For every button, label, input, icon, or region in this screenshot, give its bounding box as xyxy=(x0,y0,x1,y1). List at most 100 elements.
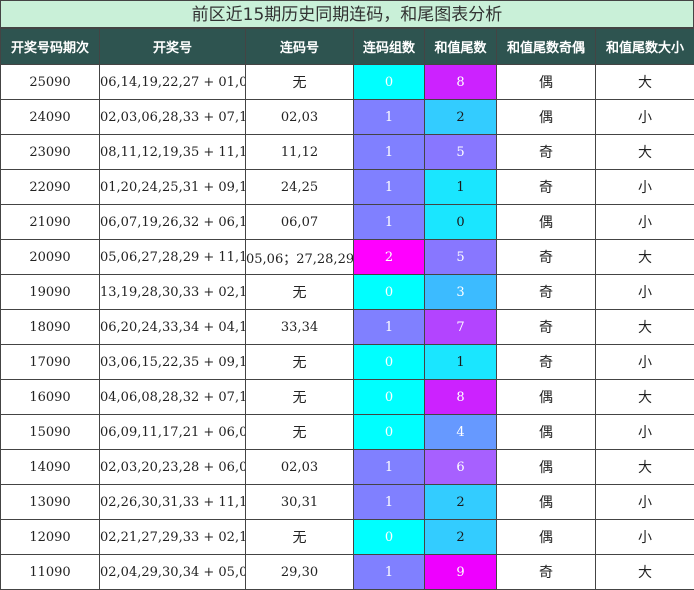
tail-parity-cell: 奇 xyxy=(497,135,596,170)
tail-size-cell: 小 xyxy=(596,170,694,205)
tail-parity-cell: 奇 xyxy=(497,170,596,205)
consecutive-cell: 06,07 xyxy=(246,205,354,240)
table-row: 1209002,21,27,29,33 + 02,10无02偶小 xyxy=(1,520,694,555)
table-row: 2409002,03,06,28,33 + 07,1102,0312偶小 xyxy=(1,100,694,135)
consecutive-cell: 05,06；27,28,29 xyxy=(246,240,354,275)
period-cell: 23090 xyxy=(1,135,100,170)
draw-numbers-cell: 02,26,30,31,33 + 11,12 xyxy=(100,485,246,520)
tail-parity-cell: 偶 xyxy=(497,520,596,555)
group-count-cell: 0 xyxy=(354,380,425,415)
sum-tail-cell: 3 xyxy=(425,275,497,310)
tail-size-cell: 大 xyxy=(596,310,694,345)
consecutive-cell: 无 xyxy=(246,65,354,100)
sum-tail-cell: 0 xyxy=(425,205,497,240)
tail-parity-cell: 偶 xyxy=(497,415,596,450)
sum-tail-cell: 2 xyxy=(425,100,497,135)
group-count-cell: 1 xyxy=(354,485,425,520)
tail-size-cell: 大 xyxy=(596,240,694,275)
sum-tail-cell: 7 xyxy=(425,310,497,345)
tail-parity-cell: 奇 xyxy=(497,310,596,345)
period-cell: 16090 xyxy=(1,380,100,415)
sum-tail-cell: 2 xyxy=(425,520,497,555)
tail-parity-cell: 奇 xyxy=(497,240,596,275)
tail-size-cell: 大 xyxy=(596,65,694,100)
group-count-cell: 2 xyxy=(354,240,425,275)
group-count-cell: 1 xyxy=(354,100,425,135)
tail-size-cell: 小 xyxy=(596,275,694,310)
period-cell: 13090 xyxy=(1,485,100,520)
tail-parity-cell: 偶 xyxy=(497,485,596,520)
table-row: 1709003,06,15,22,35 + 09,11无01奇小 xyxy=(1,345,694,380)
table-row: 2009005,06,27,28,29 + 11,1205,06；27,28,2… xyxy=(1,240,694,275)
draw-numbers-cell: 02,21,27,29,33 + 02,10 xyxy=(100,520,246,555)
group-count-cell: 1 xyxy=(354,555,425,590)
tail-size-cell: 小 xyxy=(596,345,694,380)
table-row: 1409002,03,20,23,28 + 06,0802,0316偶大 xyxy=(1,450,694,485)
period-cell: 22090 xyxy=(1,170,100,205)
tail-size-cell: 大 xyxy=(596,555,694,590)
table-row: 1609004,06,08,28,32 + 07,12无08偶大 xyxy=(1,380,694,415)
period-cell: 15090 xyxy=(1,415,100,450)
table-row: 2109006,07,19,26,32 + 06,1206,0710偶小 xyxy=(1,205,694,240)
tail-size-cell: 大 xyxy=(596,380,694,415)
sum-tail-cell: 8 xyxy=(425,65,497,100)
group-count-cell: 1 xyxy=(354,450,425,485)
consecutive-cell: 无 xyxy=(246,415,354,450)
sum-tail-cell: 9 xyxy=(425,555,497,590)
consecutive-cell: 11,12 xyxy=(246,135,354,170)
consecutive-cell: 02,03 xyxy=(246,450,354,485)
draw-numbers-cell: 06,14,19,22,27 + 01,04 xyxy=(100,65,246,100)
group-count-cell: 1 xyxy=(354,205,425,240)
tail-size-cell: 小 xyxy=(596,415,694,450)
consecutive-cell: 无 xyxy=(246,380,354,415)
tail-size-cell: 小 xyxy=(596,485,694,520)
period-cell: 24090 xyxy=(1,100,100,135)
sum-tail-cell: 8 xyxy=(425,380,497,415)
sum-tail-cell: 1 xyxy=(425,170,497,205)
header-tail-parity: 和值尾数奇偶 xyxy=(497,29,596,65)
period-cell: 14090 xyxy=(1,450,100,485)
sum-tail-cell: 6 xyxy=(425,450,497,485)
tail-size-cell: 小 xyxy=(596,205,694,240)
sum-tail-cell: 5 xyxy=(425,135,497,170)
draw-numbers-cell: 05,06,27,28,29 + 11,12 xyxy=(100,240,246,275)
period-cell: 17090 xyxy=(1,345,100,380)
header-consecutive: 连码号 xyxy=(246,29,354,65)
group-count-cell: 0 xyxy=(354,415,425,450)
table-row: 2209001,20,24,25,31 + 09,1224,2511奇小 xyxy=(1,170,694,205)
table-row: 1109002,04,29,30,34 + 05,0829,3019奇大 xyxy=(1,555,694,590)
period-cell: 19090 xyxy=(1,275,100,310)
tail-size-cell: 小 xyxy=(596,100,694,135)
table-row: 1809006,20,24,33,34 + 04,1133,3417奇大 xyxy=(1,310,694,345)
consecutive-cell: 30,31 xyxy=(246,485,354,520)
tail-parity-cell: 偶 xyxy=(497,100,596,135)
header-sum-tail: 和值尾数 xyxy=(425,29,497,65)
sum-tail-cell: 1 xyxy=(425,345,497,380)
consecutive-cell: 29,30 xyxy=(246,555,354,590)
header-group-count: 连码组数 xyxy=(354,29,425,65)
draw-numbers-cell: 01,20,24,25,31 + 09,12 xyxy=(100,170,246,205)
draw-numbers-cell: 08,11,12,19,35 + 11,12 xyxy=(100,135,246,170)
table-title: 前区近15期历史同期连码，和尾图表分析 xyxy=(0,0,694,28)
table-body: 2509006,14,19,22,27 + 01,04无08偶大2409002,… xyxy=(1,65,694,590)
tail-size-cell: 大 xyxy=(596,450,694,485)
tail-parity-cell: 奇 xyxy=(497,345,596,380)
draw-numbers-cell: 03,06,15,22,35 + 09,11 xyxy=(100,345,246,380)
consecutive-cell: 无 xyxy=(246,520,354,555)
tail-size-cell: 大 xyxy=(596,135,694,170)
history-table: 开奖号码期次 开奖号 连码号 连码组数 和值尾数 和值尾数奇偶 和值尾数大小 2… xyxy=(0,28,694,590)
consecutive-cell: 02,03 xyxy=(246,100,354,135)
group-count-cell: 1 xyxy=(354,170,425,205)
table-row: 1909013,19,28,30,33 + 02,12无03奇小 xyxy=(1,275,694,310)
group-count-cell: 0 xyxy=(354,275,425,310)
tail-parity-cell: 偶 xyxy=(497,205,596,240)
group-count-cell: 0 xyxy=(354,520,425,555)
draw-numbers-cell: 06,07,19,26,32 + 06,12 xyxy=(100,205,246,240)
sum-tail-cell: 4 xyxy=(425,415,497,450)
draw-numbers-cell: 04,06,08,28,32 + 07,12 xyxy=(100,380,246,415)
draw-numbers-cell: 02,03,20,23,28 + 06,08 xyxy=(100,450,246,485)
header-period: 开奖号码期次 xyxy=(1,29,100,65)
table-row: 1309002,26,30,31,33 + 11,1230,3112偶小 xyxy=(1,485,694,520)
draw-numbers-cell: 02,03,06,28,33 + 07,11 xyxy=(100,100,246,135)
draw-numbers-cell: 02,04,29,30,34 + 05,08 xyxy=(100,555,246,590)
